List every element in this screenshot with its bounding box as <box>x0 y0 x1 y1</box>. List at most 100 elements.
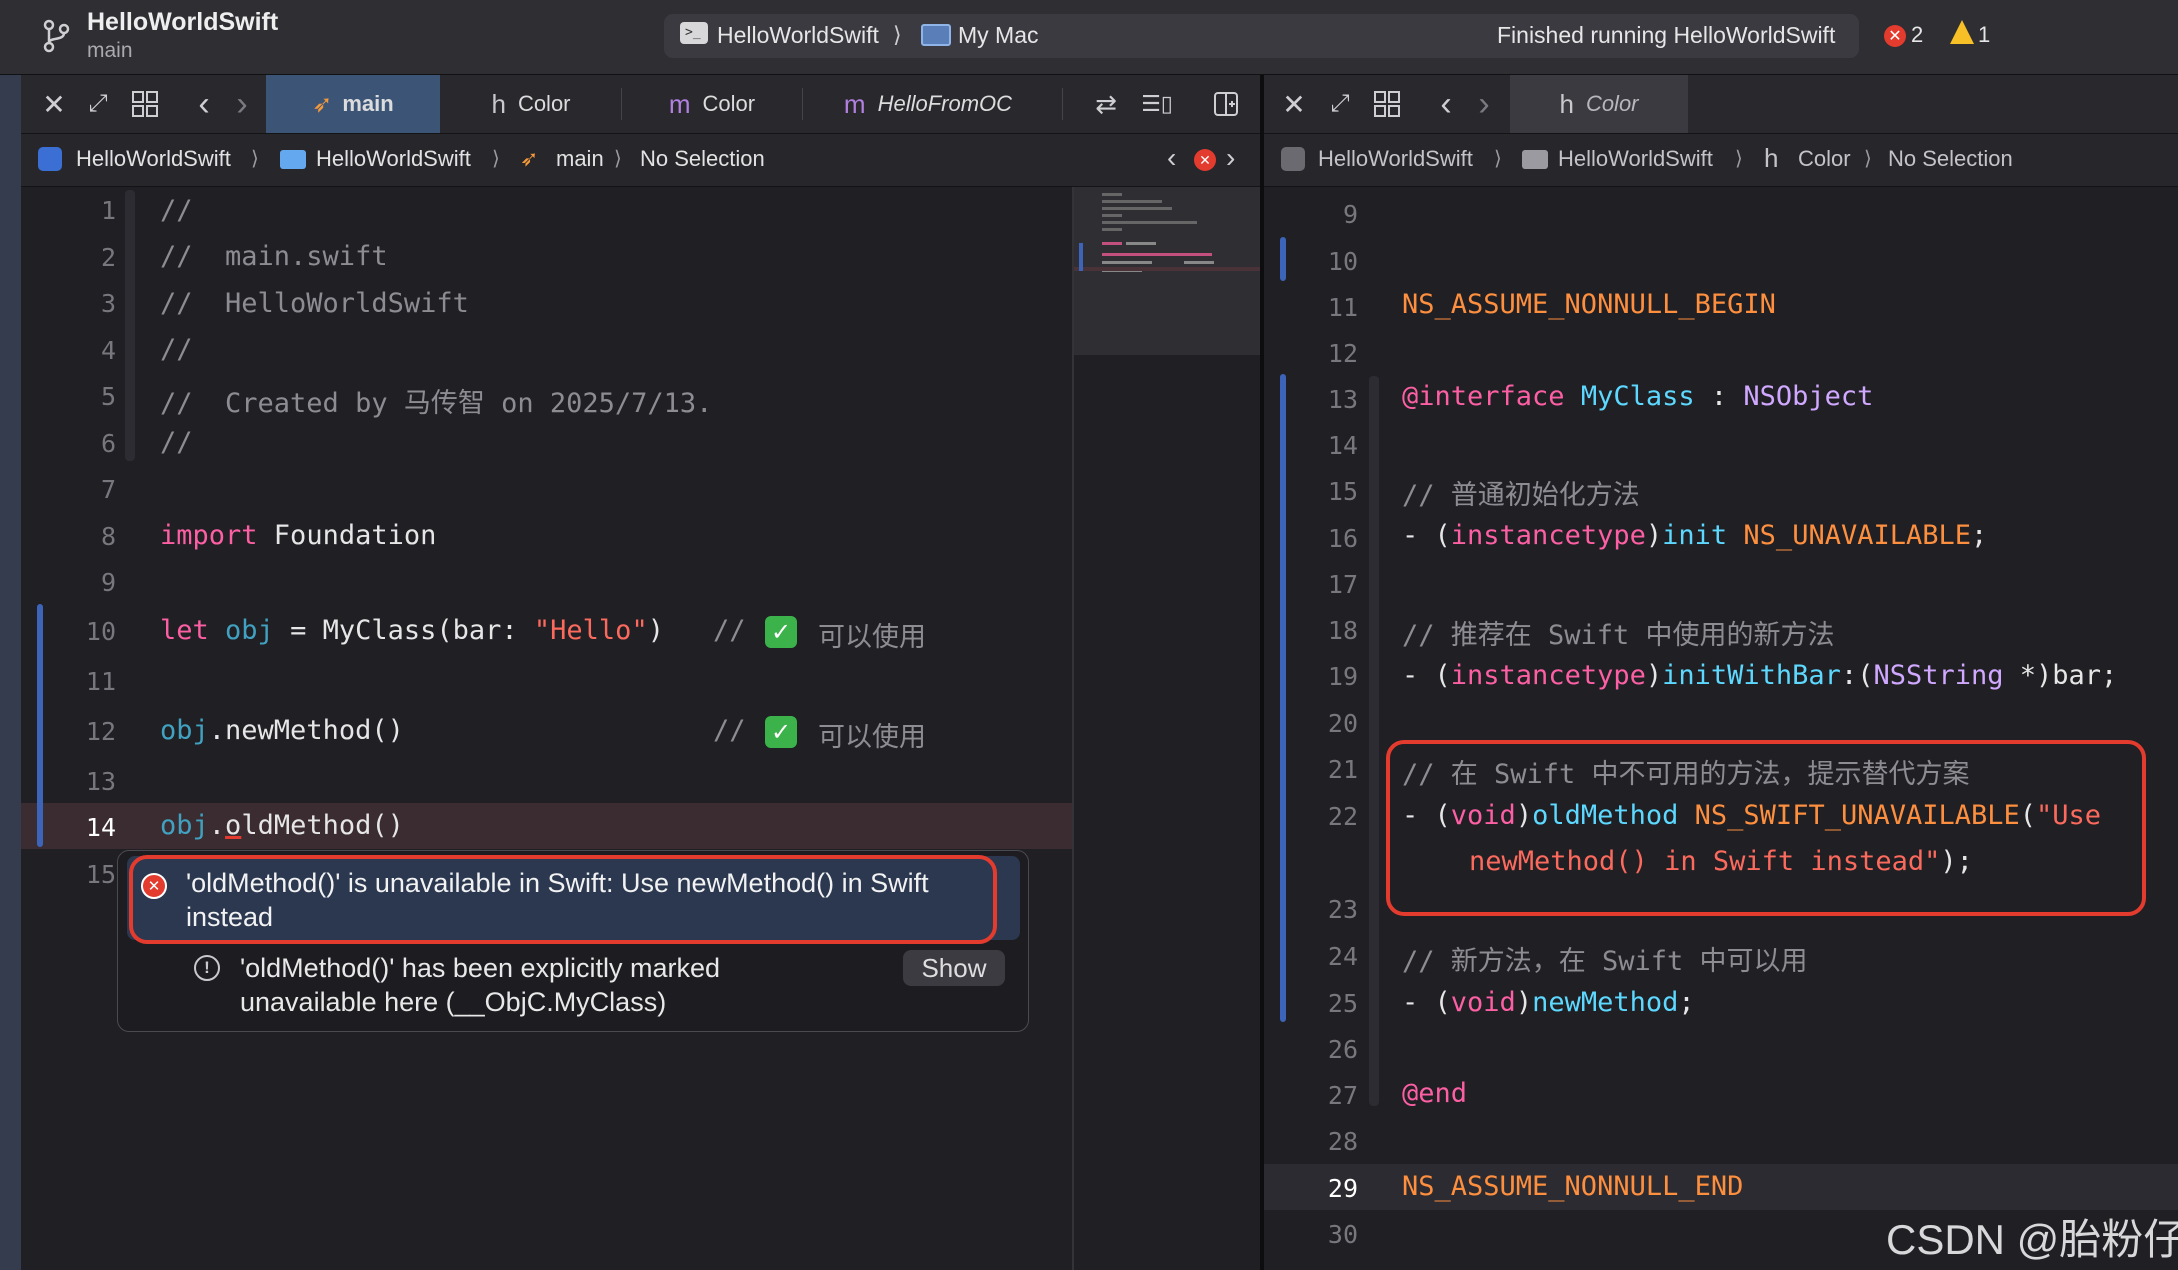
line-number: 5 <box>100 382 116 411</box>
code-line: - (instancetype)initWithBar:(NSString *)… <box>1402 660 2118 691</box>
line-number: 2 <box>100 243 116 272</box>
warning-count[interactable]: 1 <box>1978 22 1990 48</box>
tab-label: Color <box>702 91 756 116</box>
line-number: 3 <box>100 289 116 318</box>
close-icon[interactable]: ✕ <box>1278 88 1310 120</box>
line-number: 28 <box>1327 1127 1358 1156</box>
minimap[interactable] <box>1074 187 1260 355</box>
info-icon: ! <box>194 955 220 981</box>
warning-icon[interactable] <box>1950 20 1974 44</box>
code-comment: // <box>713 615 746 646</box>
line-number: 13 <box>1327 385 1358 414</box>
code-line-current[interactable]: obj.oldMethod() <box>160 810 404 841</box>
change-bar <box>37 604 43 847</box>
line-number: 6 <box>100 429 116 458</box>
objc-file-icon: m <box>668 88 691 119</box>
objc-file-icon: m <box>843 88 866 119</box>
line-number: 8 <box>100 522 116 551</box>
show-button[interactable]: Show <box>903 950 1005 986</box>
line-number: 30 <box>1327 1220 1358 1249</box>
fold-ribbon[interactable] <box>1369 376 1379 1106</box>
swift-icon: ➶ <box>312 90 333 118</box>
line-number: 27 <box>1327 1081 1358 1110</box>
check-icon: ✓ <box>765 716 797 748</box>
line-number: 26 <box>1327 1035 1358 1064</box>
folder-icon <box>280 150 306 169</box>
line-number: 23 <box>1327 895 1358 924</box>
tab-main[interactable]: ➶ main <box>266 75 440 133</box>
change-bar <box>1280 374 1286 1022</box>
code-line: - (void)newMethod; <box>1402 987 1695 1018</box>
code-line-current[interactable]: NS_ASSUME_NONNULL_END <box>1402 1171 1743 1202</box>
project-icon <box>38 147 62 171</box>
chevron-right-icon: ⟩ <box>614 148 622 170</box>
tab-color-h[interactable]: h Color <box>441 75 621 133</box>
next-issue-icon[interactable]: › <box>1226 142 1235 174</box>
error-count[interactable]: 2 <box>1911 22 1923 48</box>
forward-icon[interactable]: › <box>1470 85 1498 123</box>
line-number: 1 <box>100 196 116 225</box>
code-line: // HelloWorldSwift <box>160 288 469 319</box>
related-items-icon[interactable]: ⇄ <box>1089 88 1123 120</box>
chevron-right-icon: ⟩ <box>893 22 902 47</box>
error-icon[interactable]: ✕ <box>1884 25 1906 47</box>
fold-ribbon[interactable] <box>125 190 135 461</box>
code-line: // <box>160 195 193 226</box>
code-line: let obj = MyClass(bar: "Hello") <box>160 615 664 646</box>
tab-hellofromoc[interactable]: m HelloFromOC <box>803 75 1053 133</box>
code-line: // 新方法，在 Swift 中可以用 <box>1402 946 1808 977</box>
editor-options-icon[interactable]: ☰▯ <box>1136 88 1178 120</box>
annotation-highlight <box>1386 740 2146 916</box>
line-number: 9 <box>100 568 116 597</box>
jump-symbol[interactable]: No Selection <box>1888 146 2013 172</box>
jump-group[interactable]: HelloWorldSwift <box>316 146 471 172</box>
line-number: 13 <box>85 767 116 796</box>
code-line: @interface MyClass : NSObject <box>1402 381 1874 412</box>
jump-file[interactable]: Color <box>1798 146 1851 172</box>
note-message: 'oldMethod()' has been explicitly marked… <box>240 953 721 1017</box>
expand-icon[interactable]: ⤢ <box>1324 88 1356 120</box>
tab-color-h-right[interactable]: h Color <box>1510 75 1688 133</box>
code-comment: 可以使用 <box>818 622 926 653</box>
issue-error-icon[interactable]: ✕ <box>1194 149 1216 171</box>
grid-icon[interactable] <box>1370 88 1404 120</box>
project-icon <box>1281 147 1305 171</box>
line-number: 12 <box>1327 339 1358 368</box>
line-number: 18 <box>1327 616 1358 645</box>
forward-icon[interactable]: › <box>228 85 256 123</box>
prev-issue-icon[interactable]: ‹ <box>1167 142 1176 174</box>
line-number: 24 <box>1327 942 1358 971</box>
line-number: 10 <box>1327 247 1358 276</box>
folder-icon <box>1522 150 1548 169</box>
branch-icon[interactable] <box>38 18 74 54</box>
back-icon[interactable]: ‹ <box>190 85 218 123</box>
jump-project[interactable]: HelloWorldSwift <box>1318 146 1473 172</box>
close-icon[interactable]: ✕ <box>38 88 70 120</box>
build-status: Finished running HelloWorldSwift <box>1497 22 1836 48</box>
add-editor-icon[interactable] <box>1210 88 1242 120</box>
jump-file[interactable]: main <box>556 146 604 172</box>
expand-icon[interactable]: ⤢ <box>82 88 114 120</box>
code-line: // <box>160 427 193 458</box>
jump-group[interactable]: HelloWorldSwift <box>1558 146 1713 172</box>
line-number: 14 <box>1327 431 1358 460</box>
grid-icon[interactable] <box>128 88 162 120</box>
tab-label: main <box>342 91 394 116</box>
chevron-right-icon: ⟩ <box>1735 148 1743 170</box>
jump-project[interactable]: HelloWorldSwift <box>76 146 231 172</box>
destination-selector[interactable]: My Mac <box>958 22 1039 49</box>
line-number: 11 <box>1327 293 1358 322</box>
tab-color-m[interactable]: m Color <box>622 75 802 133</box>
back-icon[interactable]: ‹ <box>1432 85 1460 123</box>
code-comment: // <box>713 715 746 746</box>
header-file-icon: h <box>1764 143 1779 173</box>
line-number: 21 <box>1327 755 1358 784</box>
mac-icon <box>921 24 951 46</box>
chevron-right-icon: ⟩ <box>1494 148 1502 170</box>
code-line: // main.swift <box>160 241 388 272</box>
code-line: NS_ASSUME_NONNULL_BEGIN <box>1402 289 1776 320</box>
line-number-current: 14 <box>85 813 116 842</box>
code-line: // 推荐在 Swift 中使用的新方法 <box>1402 620 1835 651</box>
jump-symbol[interactable]: No Selection <box>640 146 765 172</box>
scheme-selector[interactable]: HelloWorldSwift <box>717 22 879 49</box>
